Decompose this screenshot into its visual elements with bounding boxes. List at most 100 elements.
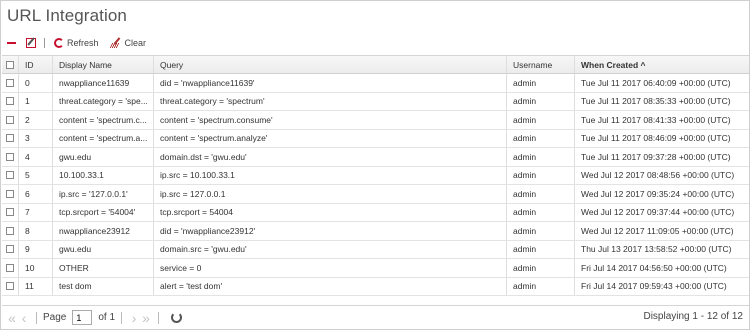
- cell-id: 6: [19, 185, 53, 203]
- cell-display-name: content = 'spectrum.c...: [53, 111, 154, 129]
- edit-button[interactable]: [26, 38, 36, 48]
- column-header-display-name[interactable]: Display Name: [53, 56, 154, 73]
- table-row[interactable]: 3 content = 'spectrum.a... content = 'spec…: [2, 129, 749, 148]
- cell-display-name: gwu.edu: [53, 148, 154, 166]
- cell-username: admin: [507, 203, 575, 221]
- cell-display-name: content = 'spectrum.a...: [53, 129, 154, 147]
- cell-username: admin: [507, 240, 575, 258]
- column-header-when-created[interactable]: When Created ^: [575, 56, 749, 73]
- cell-query: content = 'spectrum.consume': [154, 111, 507, 129]
- table-row[interactable]: 9 gwu.edu domain.src = 'gwu.edu' admin Thu J…: [2, 240, 749, 259]
- refresh-icon: [54, 38, 64, 48]
- url-integration-panel: URL Integration Refresh Clear ID Display…: [0, 0, 750, 330]
- data-grid: ID Display Name Query Username When Crea…: [2, 55, 749, 296]
- cell-username: admin: [507, 259, 575, 277]
- cell-id: 11: [19, 277, 53, 295]
- delete-button[interactable]: [7, 42, 26, 44]
- cell-query: service = 0: [154, 259, 507, 277]
- cell-display-name: nwappliance23912: [53, 222, 154, 240]
- first-page-icon[interactable]: «: [6, 311, 18, 325]
- cell-when-created: Fri Jul 14 2017 04:56:50 +00:00 (UTC): [581, 262, 727, 273]
- checkbox-icon: [6, 134, 14, 143]
- cell-id: 3: [19, 129, 53, 147]
- table-row[interactable]: 1 threat.category = 'spe... threat.categor…: [2, 92, 749, 111]
- cell-when-created: Fri Jul 14 2017 09:59:43 +00:00 (UTC): [581, 281, 727, 292]
- cell-id: 9: [19, 240, 53, 258]
- cell-display-name: ip.src = '127.0.0.1': [53, 185, 154, 203]
- cell-id: 1: [19, 92, 53, 110]
- cell-username: admin: [507, 166, 575, 184]
- edit-icon: [26, 38, 36, 48]
- table-row[interactable]: 11 test dom alert = 'test dom' admin Fri Jul…: [2, 277, 749, 296]
- cell-display-name: threat.category = 'spe...: [53, 92, 154, 110]
- cell-when-created: Thu Jul 13 2017 13:58:52 +00:00 (UTC): [581, 244, 732, 255]
- row-checkbox[interactable]: [2, 203, 19, 221]
- row-checkbox[interactable]: [2, 277, 19, 295]
- grid-header: ID Display Name Query Username When Crea…: [2, 56, 749, 74]
- checkbox-icon: [6, 208, 14, 217]
- pager-divider: [121, 311, 123, 324]
- column-header-query[interactable]: Query: [154, 56, 507, 73]
- refresh-button[interactable]: Refresh: [54, 38, 99, 48]
- cell-display-name: gwu.edu: [53, 240, 154, 258]
- clear-label: Clear: [124, 38, 147, 48]
- checkbox-icon: [6, 282, 14, 291]
- checkbox-icon: [6, 78, 14, 87]
- row-checkbox[interactable]: [2, 148, 19, 166]
- cell-query: ip.src = 10.100.33.1: [154, 166, 507, 184]
- table-row[interactable]: 4 gwu.edu domain.dst = 'gwu.edu' admin Tue J…: [2, 148, 749, 167]
- row-checkbox[interactable]: [2, 166, 19, 184]
- column-header-username[interactable]: Username: [507, 56, 575, 73]
- checkbox-icon: [6, 152, 14, 161]
- row-checkbox[interactable]: [2, 92, 19, 110]
- page-number-input[interactable]: [72, 310, 93, 325]
- checkbox-icon: [6, 171, 14, 180]
- cell-display-name: nwappliance11639: [53, 74, 154, 92]
- table-row[interactable]: 6 ip.src = '127.0.0.1' ip.src = 127.0.0.1 a…: [2, 185, 749, 204]
- toolbar: Refresh Clear: [7, 35, 146, 51]
- cell-query: alert = 'test dom': [154, 277, 507, 295]
- row-checkbox[interactable]: [2, 111, 19, 129]
- row-checkbox[interactable]: [2, 240, 19, 258]
- minus-icon: [7, 42, 16, 44]
- cell-display-name: tcp.srcport = '54004': [53, 203, 154, 221]
- cell-id: 5: [19, 166, 53, 184]
- next-page-icon[interactable]: ›: [128, 311, 140, 325]
- clear-button[interactable]: Clear: [99, 38, 147, 48]
- cell-id: 8: [19, 222, 53, 240]
- cell-display-name: OTHER: [53, 259, 154, 277]
- cell-id: 10: [19, 259, 53, 277]
- cell-when-created: Tue Jul 11 2017 06:40:09 +00:00 (UTC): [581, 77, 731, 88]
- pager-divider: [158, 311, 160, 324]
- cell-id: 7: [19, 203, 53, 221]
- column-header-id[interactable]: ID: [19, 56, 53, 73]
- cell-when-created: Tue Jul 11 2017 08:41:33 +00:00 (UTC): [581, 114, 731, 125]
- checkbox-icon: [6, 245, 14, 254]
- table-row[interactable]: 7 tcp.srcport = '54004' tcp.srcport = 5400…: [2, 203, 749, 222]
- cell-when-created: Wed Jul 12 2017 11:09:05 +00:00 (UTC): [581, 225, 734, 236]
- last-page-icon[interactable]: »: [140, 311, 152, 325]
- cell-id: 0: [19, 74, 53, 92]
- select-all-checkbox[interactable]: [2, 56, 19, 73]
- cell-query: domain.src = 'gwu.edu': [154, 240, 507, 258]
- row-checkbox[interactable]: [2, 129, 19, 147]
- reload-icon[interactable]: [171, 312, 183, 323]
- cell-when-created: Wed Jul 12 2017 09:35:24 +00:00 (UTC): [581, 188, 735, 199]
- cell-when-created: Tue Jul 11 2017 08:35:33 +00:00 (UTC): [581, 96, 731, 107]
- table-row[interactable]: 10 OTHER service = 0 admin Fri Jul 14 2017 0…: [2, 259, 749, 278]
- pagination-bar: « ‹ Page of 1 › » Displaying 1 - 12 of 1…: [2, 305, 749, 329]
- row-checkbox[interactable]: [2, 185, 19, 203]
- grid-body: 0 nwappliance11639 did = 'nwappliance11639…: [2, 74, 749, 296]
- previous-page-icon[interactable]: ‹: [18, 311, 30, 325]
- table-row[interactable]: 0 nwappliance11639 did = 'nwappliance11639…: [2, 74, 749, 93]
- cell-username: admin: [507, 222, 575, 240]
- broom-icon: [111, 38, 122, 48]
- table-row[interactable]: 5 10.100.33.1 ip.src = 10.100.33.1 admin Wed…: [2, 166, 749, 185]
- row-checkbox[interactable]: [2, 259, 19, 277]
- page-title: URL Integration: [7, 6, 127, 25]
- table-row[interactable]: 2 content = 'spectrum.c... content = 'spec…: [2, 111, 749, 130]
- row-checkbox[interactable]: [2, 222, 19, 240]
- row-checkbox[interactable]: [2, 74, 19, 92]
- table-row[interactable]: 8 nwappliance23912 did = 'nwappliance23912…: [2, 222, 749, 241]
- checkbox-icon: [6, 97, 14, 106]
